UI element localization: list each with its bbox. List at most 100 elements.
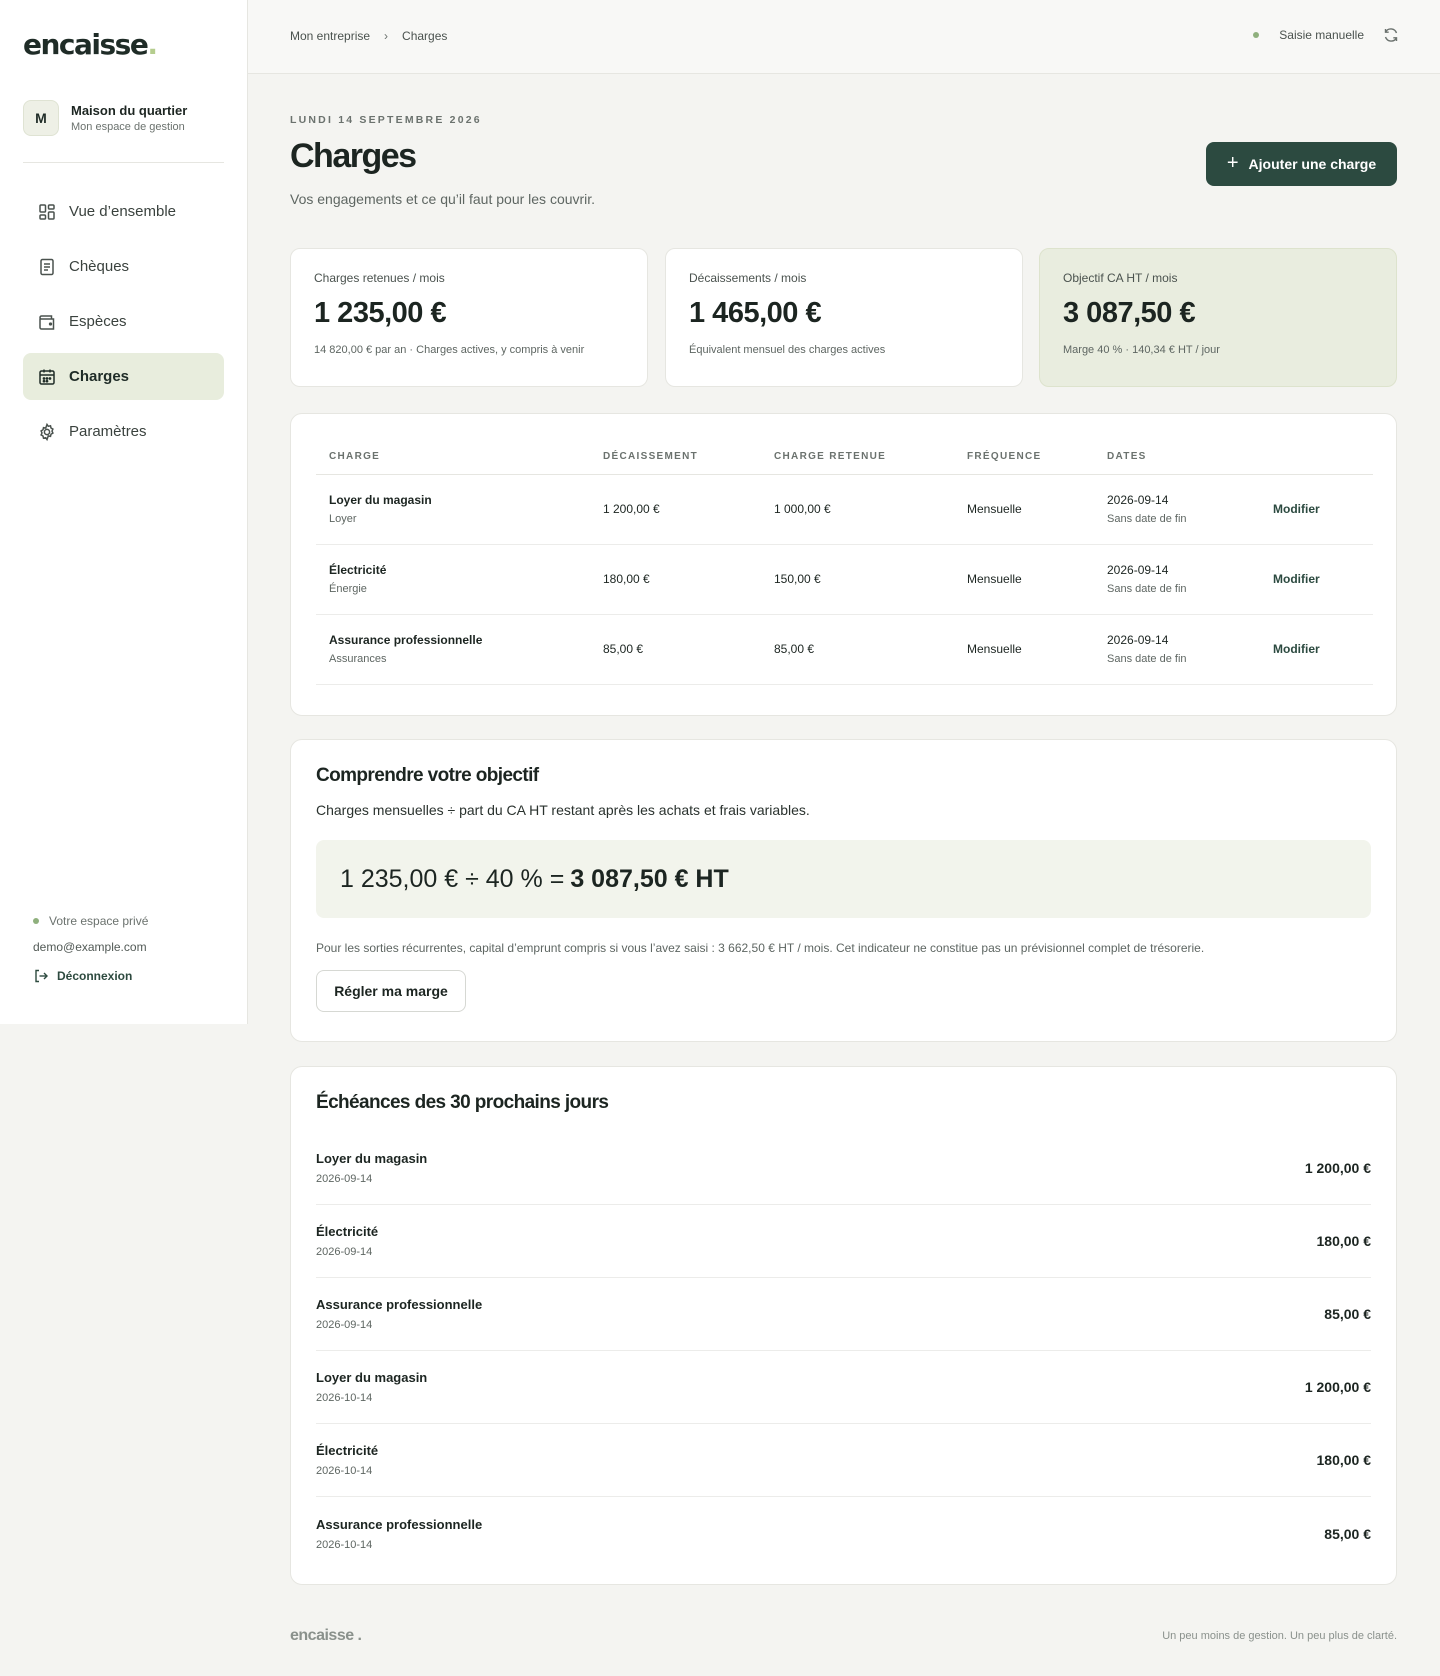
upcoming-list: Loyer du magasin 2026-09-14 1 200,00 € Éle… [316, 1132, 1371, 1570]
due-amount: 1 200,00 € [1304, 1160, 1371, 1176]
adjust-margin-button[interactable]: Régler ma marge [316, 970, 466, 1012]
charges-table-panel: CHARGE DÉCAISSEMENT CHARGE RETENUE FRÉQU… [290, 413, 1397, 716]
add-charge-button[interactable]: + Ajouter une charge [1206, 142, 1397, 186]
status-dot [1253, 32, 1260, 38]
breadcrumb: Mon entreprise › Charges [290, 29, 447, 43]
revenue-target-card: Objectif CA HT / mois 3 087,50 € Marge 4… [1039, 248, 1397, 387]
breadcrumb-root[interactable]: Mon entreprise [290, 29, 370, 43]
dashboard-icon [39, 203, 55, 220]
column-header-dates[interactable]: DATES [1094, 451, 1260, 475]
formula-result: 3 087,50 € HT [570, 864, 729, 893]
table-row: Assurance professionnelle Assurances 85,0… [316, 614, 1373, 685]
summary-cards: Charges retenues / mois 1 235,00 € 14 82… [290, 248, 1397, 387]
avatar: M [23, 100, 59, 136]
sidebar-item-especes[interactable]: Espèces [23, 298, 224, 345]
frequency-value: Mensuelle [954, 614, 1094, 685]
wallet-icon [39, 314, 55, 330]
table-header-row: CHARGE DÉCAISSEMENT CHARGE RETENUE FRÉQU… [316, 451, 1373, 475]
list-item: Loyer du magasin 2026-09-14 1 200,00 € [316, 1132, 1371, 1205]
column-header-disbursement[interactable]: DÉCAISSEMENT [590, 451, 761, 475]
due-name: Loyer du magasin [316, 1370, 428, 1385]
upcoming-title: Échéances des 30 prochains jours [316, 1092, 609, 1113]
due-date: 2026-10-14 [316, 1538, 373, 1551]
due-amount: 180,00 € [1316, 1452, 1372, 1468]
edit-button[interactable]: Modifier [1273, 572, 1320, 586]
sidebar: encaisse. M Maison du quartier Mon espac… [0, 0, 248, 1024]
retained-charges-card: Charges retenues / mois 1 235,00 € 14 82… [290, 248, 648, 387]
due-name: Assurance professionnelle [316, 1516, 483, 1532]
current-date: LUNDI 14 SEPTEMBRE 2026 [290, 114, 482, 126]
brand-logo[interactable]: encaisse. [23, 28, 158, 61]
due-name: Électricité [316, 1224, 379, 1239]
card-note: Équivalent mensuel des charges actives [689, 344, 886, 356]
column-header-charge[interactable]: CHARGE [316, 451, 590, 475]
due-date: 2026-10-14 [316, 1392, 373, 1404]
user-email: demo@example.com [33, 940, 147, 954]
due-amount: 1 200,00 € [1304, 1379, 1371, 1395]
sidebar-item-charges[interactable]: Charges [23, 353, 224, 400]
due-name: Loyer du magasin [316, 1151, 428, 1166]
objective-panel: Comprendre votre objectif Charges mensue… [290, 739, 1397, 1042]
column-header-frequency[interactable]: FRÉQUENCE [954, 451, 1094, 475]
charge-name: Assurance professionnelle [329, 633, 483, 647]
card-note: 14 820,00 € par an · Charges actives, y … [314, 344, 585, 356]
edit-button[interactable]: Modifier [1273, 502, 1320, 516]
start-date: 2026-09-14 [1107, 633, 1169, 647]
breadcrumb-current: Charges [402, 29, 448, 43]
sidebar-item-settings[interactable]: Paramètres [23, 408, 224, 455]
column-header-actions [1260, 451, 1373, 475]
end-date: Sans date de fin [1107, 513, 1187, 525]
due-date: 2026-09-14 [316, 1246, 373, 1258]
table-row: Électricité Énergie 180,00 € 150,00 € Men… [316, 544, 1373, 615]
card-label: Objectif CA HT / mois [1063, 271, 1178, 285]
objective-description: Charges mensuelles ÷ part du CA HT resta… [316, 802, 810, 818]
disbursement-value: 1 200,00 € [590, 474, 761, 545]
card-value: 1 235,00 € [314, 297, 447, 329]
edit-button[interactable]: Modifier [1273, 642, 1320, 656]
brand-logo-dot: . [147, 28, 158, 61]
sidebar-item-label: Chèques [69, 258, 130, 275]
footer-logo: encaisse . [290, 1627, 362, 1644]
logout-button[interactable]: Déconnexion [33, 968, 148, 984]
org-subtitle: Mon espace de gestion [71, 121, 185, 133]
card-label: Charges retenues / mois [314, 271, 445, 285]
retained-value: 85,00 € [761, 614, 954, 685]
charge-name: Loyer du magasin [329, 493, 432, 507]
chevron-right-icon: › [384, 29, 389, 43]
list-item: Assurance professionnelle 2026-09-14 85,00… [316, 1278, 1371, 1351]
sidebar-item-overview[interactable]: Vue d’ensemble [23, 188, 224, 235]
card-value: 1 465,00 € [689, 297, 822, 329]
end-date: Sans date de fin [1107, 653, 1187, 665]
upcoming-panel: Échéances des 30 prochains jours Loyer d… [290, 1066, 1397, 1585]
list-item: Électricité 2026-10-14 180,00 € [316, 1424, 1371, 1497]
column-header-retained[interactable]: CHARGE RETENUE [761, 451, 954, 475]
objective-note: Pour les sorties récurrentes, capital d’… [316, 941, 1205, 955]
refresh-icon[interactable] [1382, 26, 1400, 44]
due-amount: 180,00 € [1316, 1233, 1372, 1249]
page-subtitle: Vos engagements et ce qu’il faut pour le… [290, 191, 596, 207]
org-name: Maison du quartier [71, 103, 188, 118]
calendar-icon [39, 369, 55, 385]
private-space-label: Votre espace privé [49, 914, 149, 928]
card-label: Décaissements / mois [689, 271, 807, 285]
card-value: 3 087,50 € [1063, 297, 1196, 329]
due-name: Électricité [316, 1443, 379, 1458]
sidebar-item-cheques[interactable]: Chèques [23, 243, 224, 290]
due-name: Assurance professionnelle [316, 1297, 483, 1312]
brand-logo-text: encaisse [23, 28, 149, 61]
start-date: 2026-09-14 [1107, 493, 1169, 507]
start-date: 2026-09-14 [1107, 563, 1169, 577]
retained-value: 150,00 € [761, 544, 954, 615]
list-item: Loyer du magasin 2026-10-14 1 200,00 € [316, 1351, 1371, 1424]
logout-label: Déconnexion [57, 969, 133, 983]
sidebar-item-label: Paramètres [69, 423, 147, 440]
org-switcher[interactable]: M Maison du quartier Mon espace de gesti… [23, 100, 187, 136]
sidebar-item-label: Charges [69, 368, 130, 385]
disbursement-value: 85,00 € [590, 614, 761, 685]
formula-expression: 1 235,00 € ÷ 40 % = [340, 864, 565, 893]
sidebar-item-label: Vue d’ensemble [69, 203, 177, 220]
sync-status-label: Saisie manuelle [1279, 28, 1364, 42]
due-amount: 85,00 € [1324, 1525, 1371, 1542]
list-item: Assurance professionnelle 2026-10-14 85,00… [316, 1497, 1371, 1570]
footer-tagline: Un peu moins de gestion. Un peu plus de … [1162, 1630, 1397, 1642]
